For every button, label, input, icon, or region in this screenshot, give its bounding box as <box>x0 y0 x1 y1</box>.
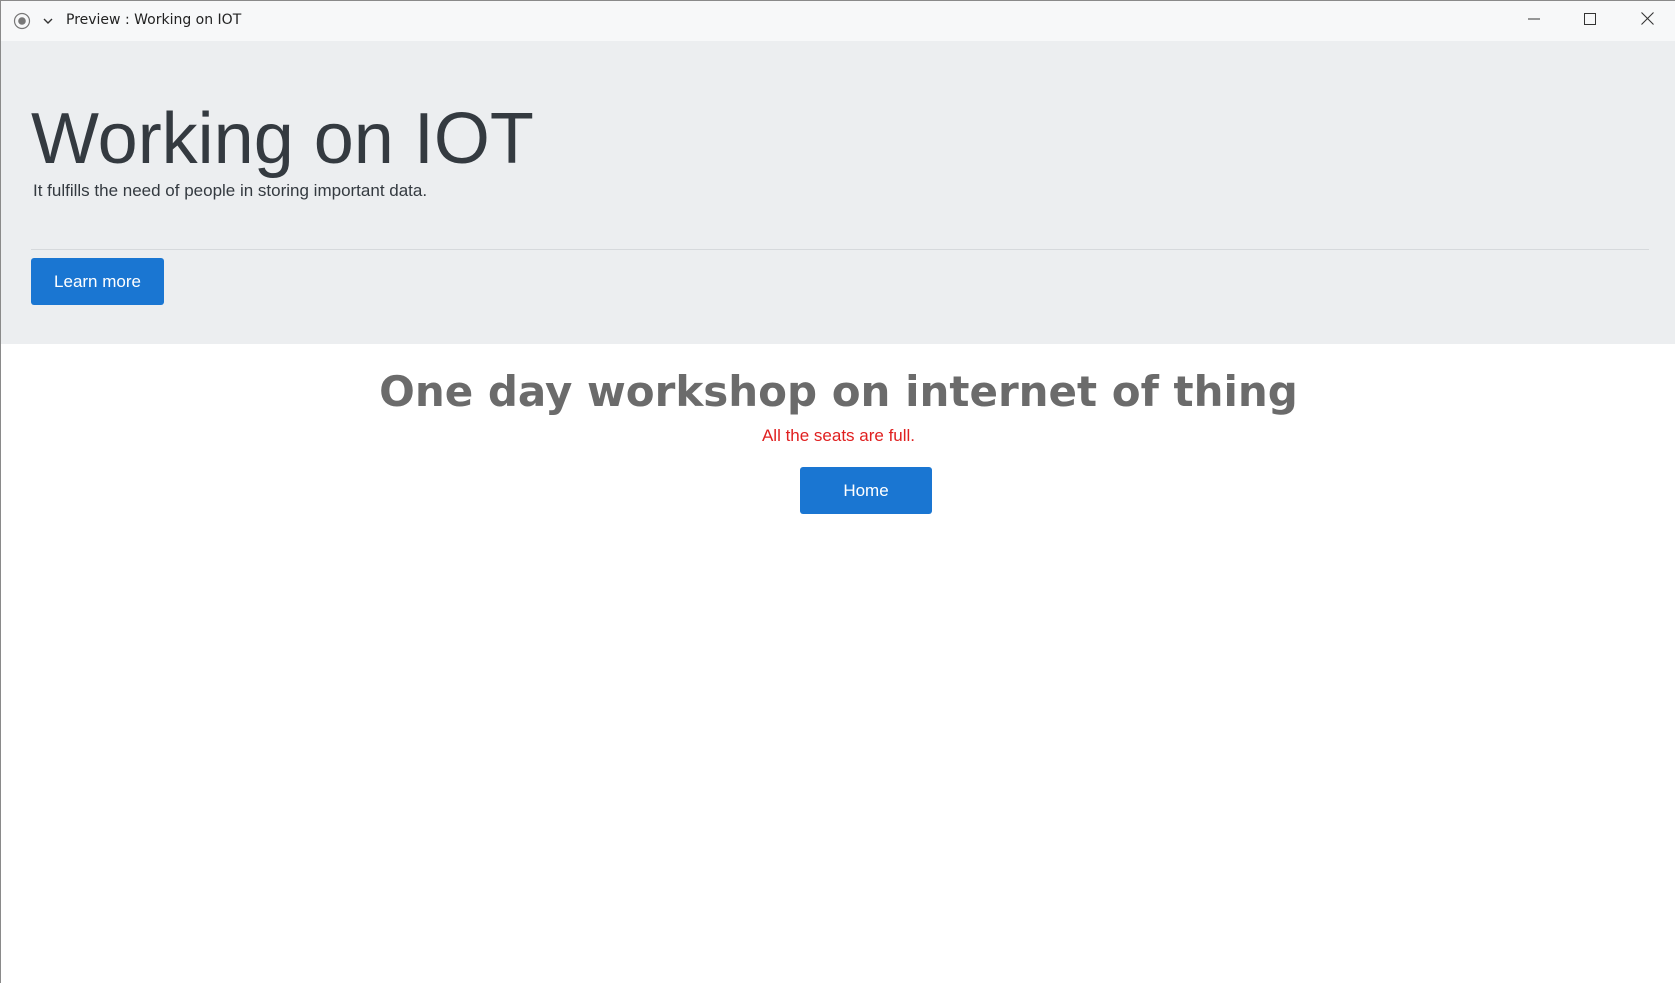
home-button[interactable]: Home <box>800 467 932 514</box>
workshop-heading: One day workshop on internet of thing <box>379 367 1298 416</box>
minimize-icon <box>1528 12 1540 30</box>
record-icon[interactable] <box>13 12 31 30</box>
seats-full-message: All the seats are full. <box>761 426 916 445</box>
close-icon <box>1640 12 1654 30</box>
preview-window: Preview : Working on IOT Working on IOT … <box>0 0 1675 983</box>
close-button[interactable] <box>1619 1 1675 41</box>
jumbotron-divider <box>31 249 1649 250</box>
chevron-down-icon[interactable] <box>41 14 55 28</box>
learn-more-button[interactable]: Learn more <box>31 258 164 305</box>
minimize-button[interactable] <box>1506 1 1562 41</box>
jumbotron-lead: It fulfills the need of people in storin… <box>33 181 428 200</box>
window-title: Preview : Working on IOT <box>66 12 242 28</box>
jumbotron: Working on IOT It fulfills the need of p… <box>1 41 1675 344</box>
title-bar: Preview : Working on IOT <box>1 1 1675 41</box>
maximize-button[interactable] <box>1562 1 1618 41</box>
jumbotron-title: Working on IOT <box>31 99 534 179</box>
maximize-icon <box>1584 12 1596 30</box>
